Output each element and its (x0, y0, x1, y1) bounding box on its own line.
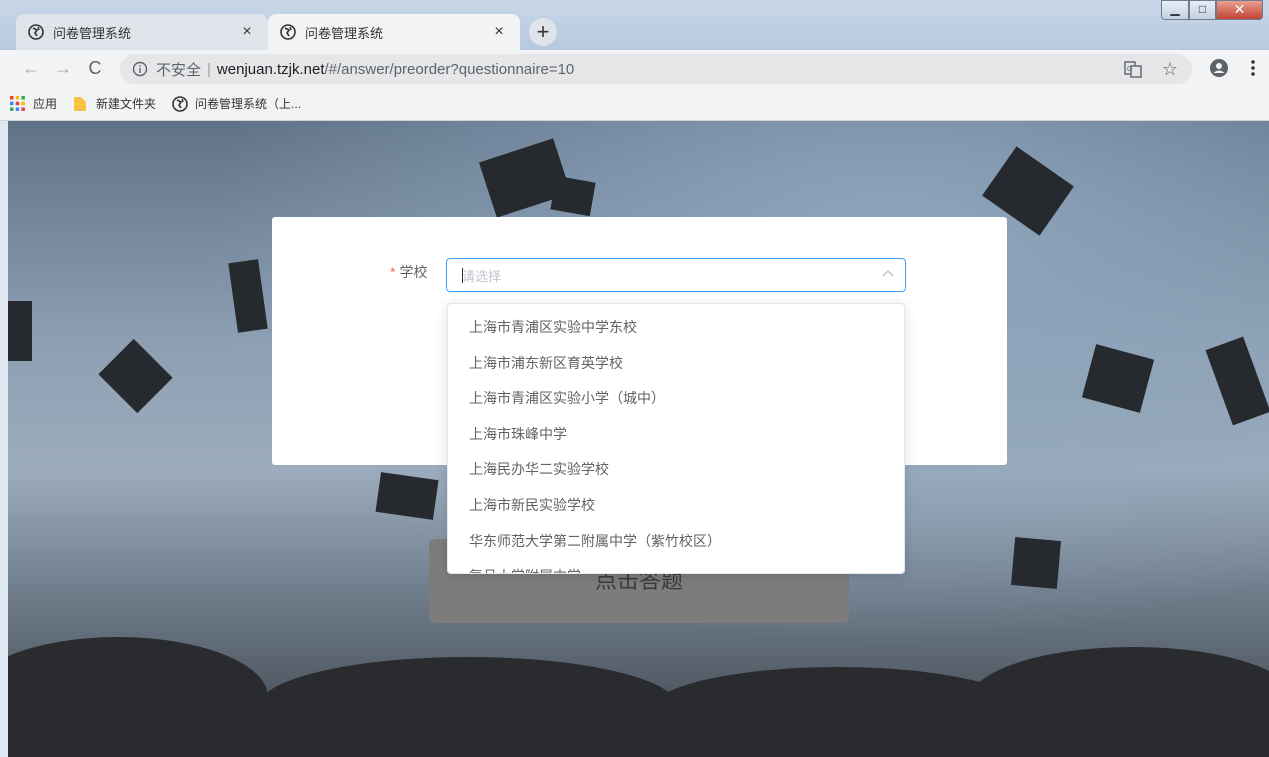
globe-icon (172, 95, 188, 112)
account-icon[interactable] (1209, 58, 1229, 83)
browser-toolbar: ← → C 不安全 | wenjuan.tzjk.net /#/answer/p… (0, 50, 1269, 87)
graduation-cap-image (1205, 336, 1269, 426)
close-tab-icon[interactable]: × (238, 23, 256, 41)
browser-tab-1[interactable]: 问卷管理系统 × (16, 14, 268, 50)
crowd-image (258, 657, 678, 757)
bookmark-label: 新建文件夹 (96, 97, 157, 111)
forward-arrow-icon[interactable]: → (50, 58, 76, 79)
bookmark-label: 问卷管理系统（上... (195, 97, 302, 111)
chevron-up-icon[interactable] (881, 267, 895, 281)
translate-icon[interactable]: G (1124, 60, 1142, 82)
dropdown-option[interactable]: 复旦大学附属中学 (448, 559, 904, 573)
dropdown-option[interactable]: 上海市新民实验学校 (448, 488, 904, 524)
school-dropdown: 上海市青浦区实验中学东校 上海市浦东新区育英学校 上海市青浦区实验小学（城中） … (447, 303, 905, 574)
dropdown-option[interactable]: 上海民办华二实验学校 (448, 452, 904, 488)
new-tab-button[interactable]: + (529, 18, 557, 46)
graduation-cap-image (1081, 344, 1155, 413)
graduation-cap-image (228, 259, 268, 333)
dropdown-option[interactable]: 上海市青浦区实验中学东校 (448, 310, 904, 346)
apps-grid-icon (10, 95, 26, 112)
svg-text:G: G (1127, 66, 1132, 73)
graduation-cap-image (1010, 537, 1062, 589)
reload-icon[interactable]: C (82, 58, 108, 79)
school-select[interactable]: 请选择 (446, 258, 906, 292)
bookmark-site[interactable]: 问卷管理系统（上... (172, 95, 301, 112)
bookmark-star-icon[interactable]: ☆ (1162, 60, 1178, 82)
back-arrow-icon[interactable]: ← (18, 58, 44, 79)
graduation-cap-image (375, 472, 439, 520)
globe-icon (28, 24, 44, 40)
crowd-image (968, 647, 1269, 757)
title-bar: 问卷管理系统 × 问卷管理系统 × + ▁ □ ✕ (0, 0, 1269, 50)
close-tab-icon[interactable]: × (490, 23, 508, 41)
menu-kebab-icon[interactable] (1251, 60, 1255, 81)
info-icon[interactable] (132, 61, 148, 77)
crowd-image (8, 637, 268, 757)
minimize-button[interactable]: ▁ (1161, 0, 1189, 20)
address-separator: | (207, 60, 211, 78)
school-field-label: * 学校 (390, 262, 427, 282)
url-host: wenjuan.tzjk.net (216, 60, 325, 78)
graduation-cap-image (98, 338, 173, 414)
graduation-cap-image (550, 175, 596, 217)
select-placeholder: 请选择 (462, 268, 502, 284)
school-label-text: 学校 (399, 264, 428, 280)
browser-tab-2[interactable]: 问卷管理系统 × (268, 14, 520, 50)
bookmark-apps[interactable]: 应用 (10, 95, 57, 112)
folder-icon (73, 96, 89, 112)
tab-title: 问卷管理系统 (305, 25, 384, 41)
dropdown-option[interactable]: 华东师范大学第二附属中学（紫竹校区） (448, 524, 904, 560)
window-close-button[interactable]: ✕ (1216, 0, 1263, 20)
graduation-cap-image (8, 301, 32, 361)
dropdown-option[interactable]: 上海市青浦区实验小学（城中） (448, 381, 904, 417)
window-controls: ▁ □ ✕ (1161, 0, 1263, 20)
maximize-button[interactable]: □ (1189, 0, 1216, 20)
globe-icon (280, 24, 296, 40)
bookmarks-bar: 应用 新建文件夹 问卷管理系统（上... (0, 87, 1269, 121)
bookmark-folder[interactable]: 新建文件夹 (73, 95, 156, 112)
security-label: 不安全 (156, 61, 202, 79)
required-mark: * (390, 264, 396, 280)
address-bar[interactable]: 不安全 | wenjuan.tzjk.net /#/answer/preorde… (120, 54, 1192, 84)
tab-title: 问卷管理系统 (53, 25, 132, 41)
dropdown-option[interactable]: 上海市珠峰中学 (448, 417, 904, 453)
bookmark-label: 应用 (33, 97, 58, 111)
dropdown-option[interactable]: 上海市浦东新区育英学校 (448, 346, 904, 382)
dropdown-list: 上海市青浦区实验中学东校 上海市浦东新区育英学校 上海市青浦区实验小学（城中） … (448, 310, 904, 573)
text-cursor (462, 268, 463, 283)
url-path: /#/answer/preorder?questionnaire=10 (324, 60, 575, 78)
